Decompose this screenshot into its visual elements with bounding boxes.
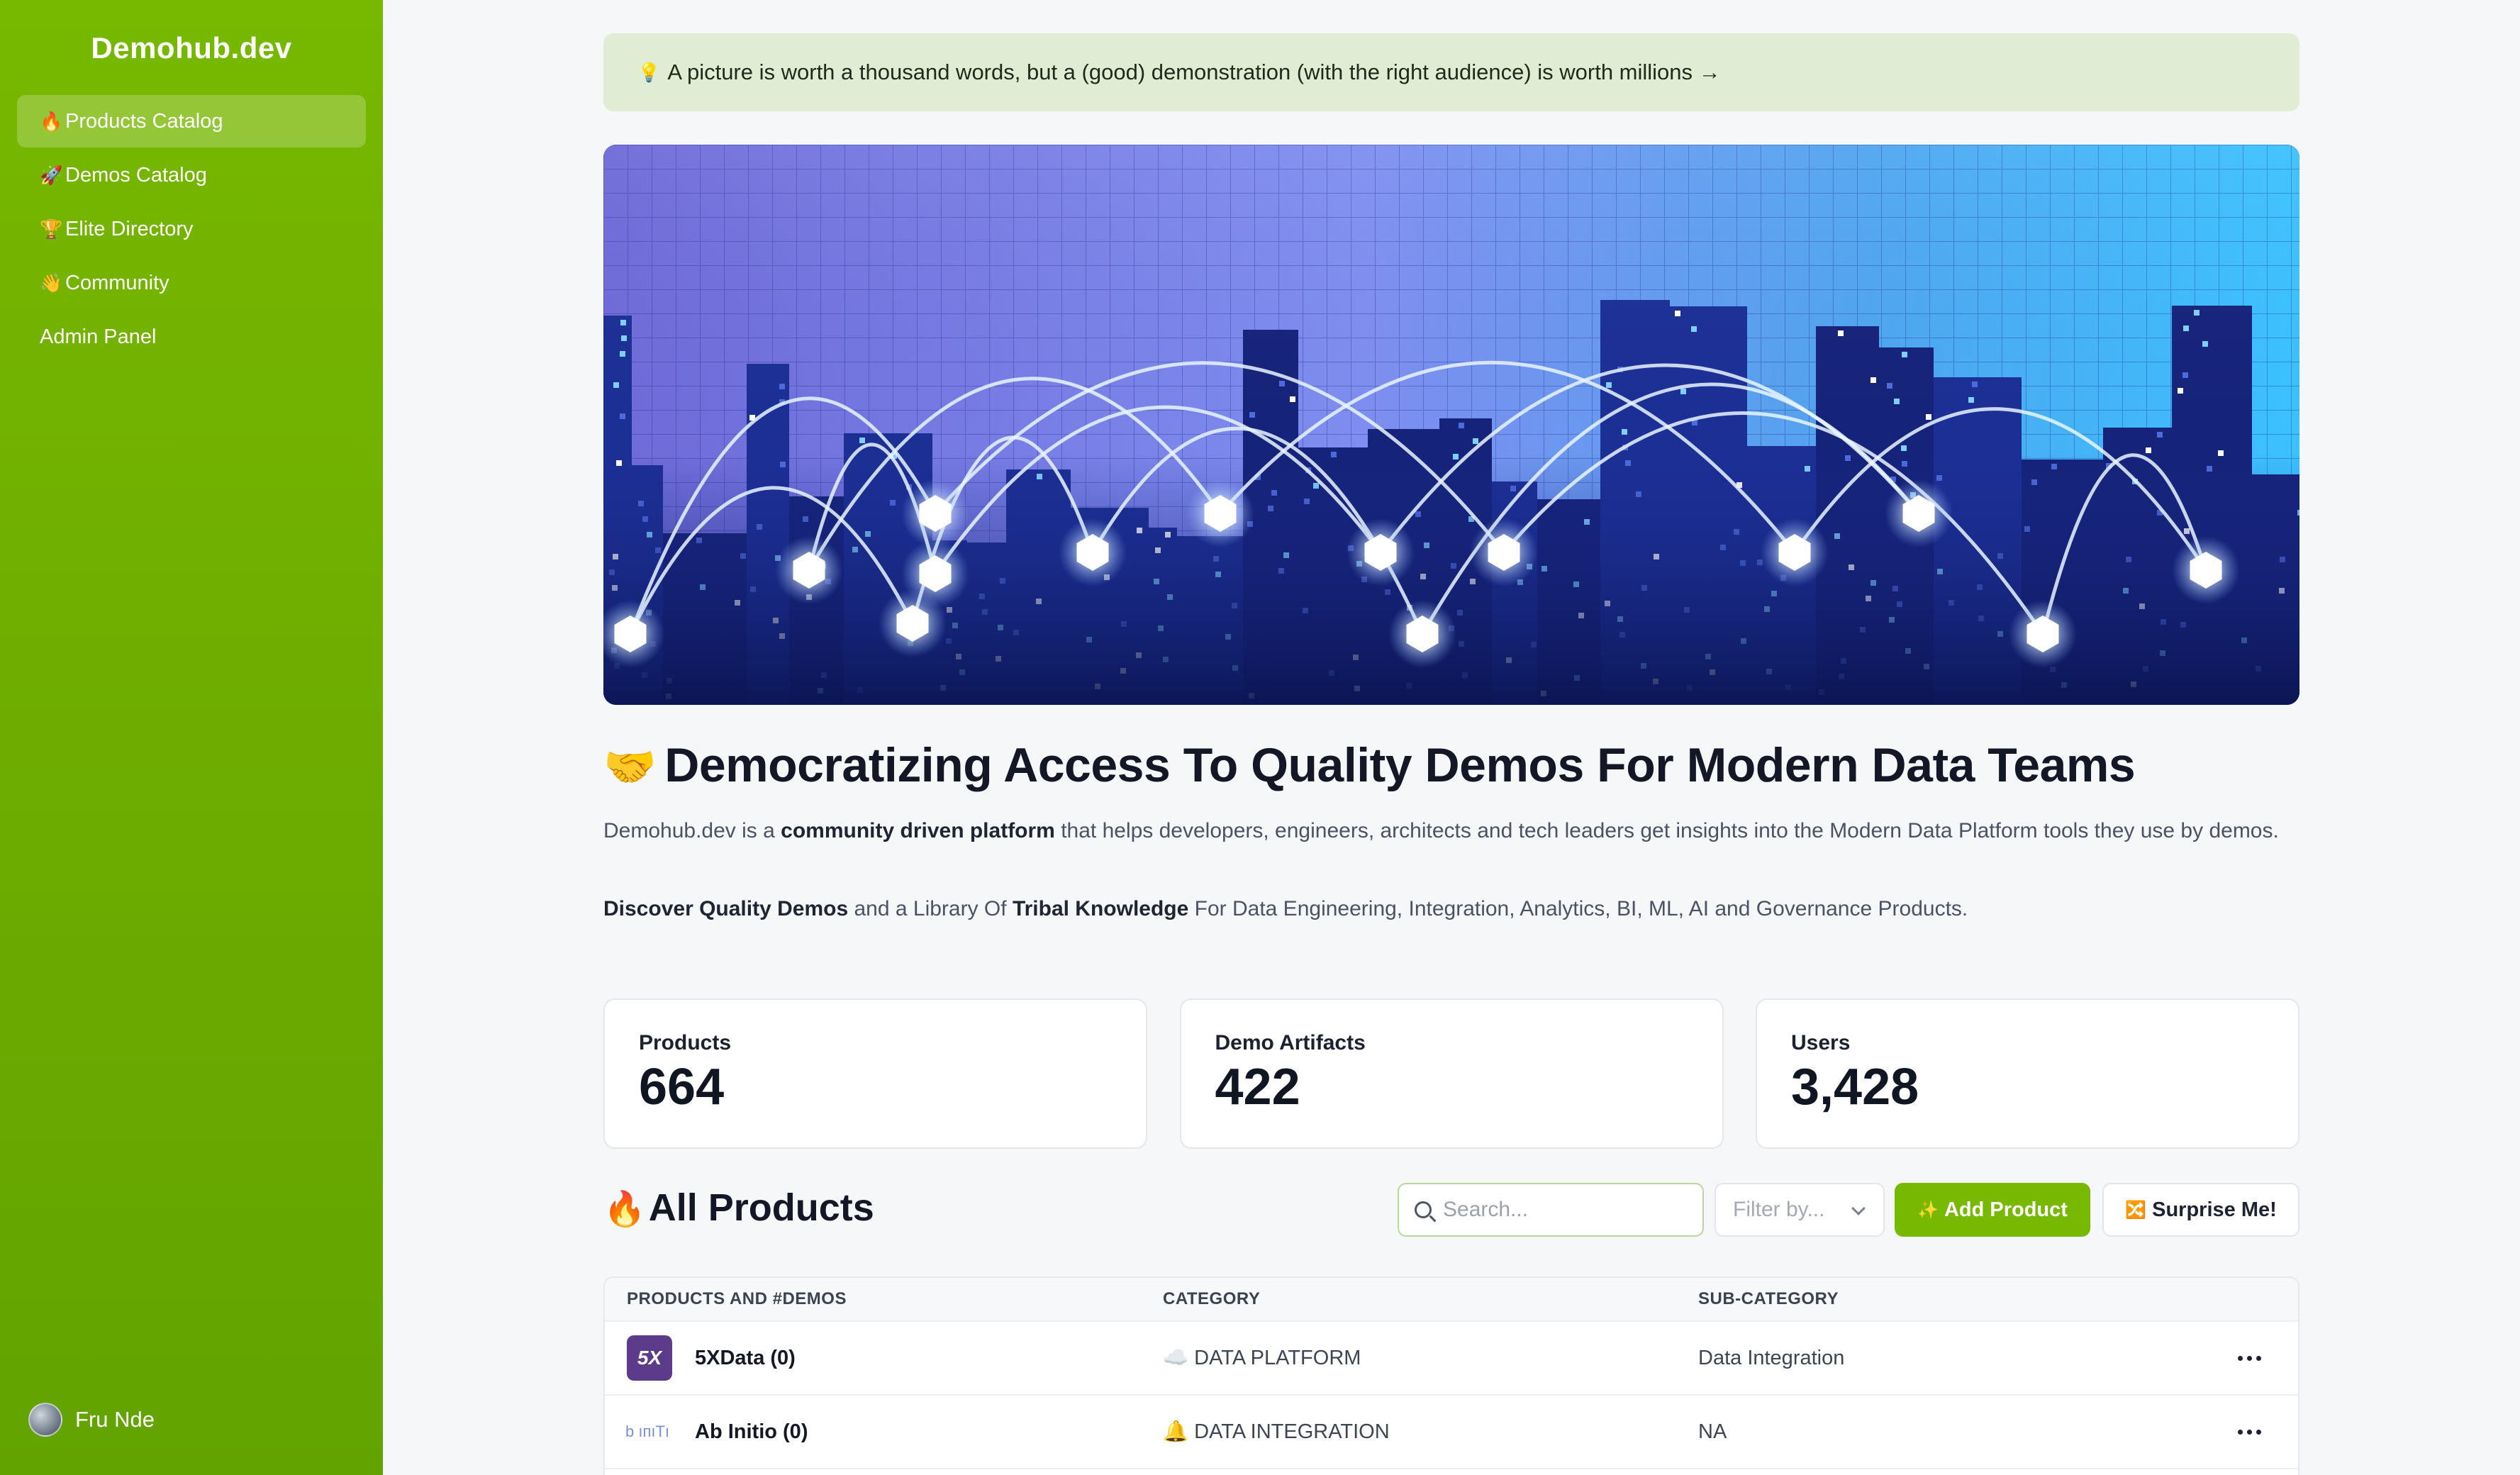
- category-text: DATA PLATFORM: [1194, 1347, 1361, 1369]
- sidebar-item-label: Demos Catalog: [65, 163, 207, 187]
- fire-icon: 🔥: [40, 110, 63, 132]
- products-table: PRODUCTS AND #DEMOS CATEGORY SUB-CATEGOR…: [603, 1276, 2299, 1475]
- stat-label: Users: [1791, 1031, 1851, 1054]
- product-subcategory: NA: [1698, 1420, 1727, 1443]
- trophy-icon: 🏆: [40, 218, 63, 240]
- column-header-products[interactable]: PRODUCTS AND #DEMOS: [627, 1289, 847, 1309]
- user-name: Fru Nde: [75, 1407, 155, 1432]
- table-row[interactable]: b ıпıTı Ab Initio (0) 🔔 DATA INTEGRATION…: [605, 1396, 2298, 1469]
- sidebar-item-community[interactable]: 👋 Community: [17, 257, 366, 309]
- add-product-label: Add Product: [1944, 1198, 2068, 1221]
- sidebar-item-admin-panel[interactable]: Admin Panel: [17, 311, 366, 363]
- sidebar-item-label: Admin Panel: [40, 325, 157, 348]
- wave-icon: 👋: [40, 272, 63, 294]
- intro-text: Demohub.dev is a: [603, 819, 781, 842]
- sidebar-item-demos-catalog[interactable]: 🚀 Demos Catalog: [17, 149, 366, 201]
- sidebar-item-label: Elite Directory: [65, 217, 194, 240]
- table-header: PRODUCTS AND #DEMOS CATEGORY SUB-CATEGOR…: [605, 1278, 2298, 1322]
- search-box[interactable]: [1398, 1183, 1704, 1237]
- sidebar: Demohub.dev 🔥 Products Catalog 🚀 Demos C…: [0, 0, 383, 1475]
- brand-logo[interactable]: Demohub.dev: [0, 31, 383, 65]
- section-title: 🔥All Products: [603, 1186, 874, 1230]
- stat-value: 3,428: [1791, 1059, 1919, 1115]
- sidebar-item-label: Products Catalog: [65, 109, 223, 133]
- sidebar-item-elite-directory[interactable]: 🏆 Elite Directory: [17, 203, 366, 255]
- intro-paragraph-2: Discover Quality Demos and a Library Of …: [603, 894, 2299, 925]
- handshake-icon: 🤝: [603, 743, 657, 791]
- product-subcategory: Data Integration: [1698, 1346, 1845, 1369]
- bell-icon: 🔔: [1163, 1420, 1189, 1443]
- intro-paragraph: Demohub.dev is a community driven platfo…: [603, 816, 2299, 847]
- column-header-category[interactable]: CATEGORY: [1163, 1289, 1260, 1309]
- product-category: ☁️ DATA PLATFORM: [1163, 1346, 1361, 1370]
- stat-value: 422: [1215, 1059, 1300, 1115]
- stat-card-demo-artifacts: Demo Artifacts 422: [1179, 998, 1724, 1149]
- table-row[interactable]: 5X 5XData (0) ☁️ DATA PLATFORM Data Inte…: [605, 1322, 2298, 1396]
- intro-emphasis: Tribal Knowledge: [1012, 897, 1189, 920]
- search-icon: [1415, 1201, 1432, 1218]
- lightbulb-icon: 💡: [637, 61, 661, 83]
- stat-card-users: Users 3,428: [1756, 998, 2299, 1149]
- stat-card-products: Products 664: [603, 998, 1147, 1149]
- surprise-me-label: Surprise Me!: [2152, 1198, 2277, 1221]
- surprise-me-button[interactable]: 🔀 Surprise Me!: [2102, 1183, 2299, 1237]
- fire-icon: 🔥: [603, 1191, 646, 1228]
- cloud-icon: ☁️: [1163, 1347, 1189, 1369]
- column-header-subcategory[interactable]: SUB-CATEGORY: [1698, 1289, 1839, 1309]
- page-headline: 🤝 Democratizing Access To Quality Demos F…: [603, 738, 2299, 793]
- shuffle-icon: 🔀: [2125, 1200, 2147, 1220]
- intro-emphasis: community driven platform: [781, 819, 1055, 842]
- section-title-text: All Products: [648, 1186, 874, 1229]
- sidebar-item-products-catalog[interactable]: 🔥 Products Catalog: [17, 95, 366, 148]
- product-category: 🔔 DATA INTEGRATION: [1163, 1420, 1390, 1444]
- banner-text: A picture is worth a thousand words, but…: [667, 60, 1721, 84]
- sidebar-item-label: Community: [65, 271, 169, 294]
- product-name[interactable]: Ab Initio (0): [695, 1420, 808, 1444]
- category-text: DATA INTEGRATION: [1194, 1420, 1390, 1443]
- more-options-icon[interactable]: [2238, 1355, 2261, 1361]
- hero-network-illustration: [603, 145, 2299, 705]
- stat-value: 664: [639, 1059, 725, 1115]
- filter-select[interactable]: Filter by...: [1715, 1183, 1885, 1237]
- stat-label: Demo Artifacts: [1215, 1031, 1366, 1054]
- stats-row: Products 664 Demo Artifacts 422 Users 3,…: [603, 998, 2299, 1149]
- hero-image: [603, 145, 2299, 705]
- avatar: [28, 1403, 62, 1437]
- intro-emphasis: Discover Quality Demos: [603, 897, 849, 920]
- intro-text: that helps developers, engineers, archit…: [1054, 819, 2279, 842]
- more-options-icon[interactable]: [2238, 1429, 2261, 1435]
- filter-placeholder: Filter by...: [1733, 1198, 1825, 1221]
- sparkles-icon: ✨: [1917, 1200, 1939, 1220]
- chevron-down-icon: [1851, 1201, 1866, 1215]
- sidebar-nav: 🔥 Products Catalog 🚀 Demos Catalog 🏆 Eli…: [17, 95, 366, 364]
- product-name[interactable]: 5XData (0): [695, 1347, 796, 1370]
- product-logo: b ıпıTı: [625, 1423, 670, 1440]
- intro-text: For Data Engineering, Integration, Analy…: [1188, 897, 1968, 920]
- intro-text: and a Library Of: [848, 897, 1013, 920]
- products-toolbar: 🔥All Products Filter by... ✨ Add Product…: [603, 1183, 2299, 1237]
- stat-label: Products: [639, 1031, 732, 1054]
- announcement-banner[interactable]: 💡 A picture is worth a thousand words, b…: [603, 33, 2299, 111]
- add-product-button[interactable]: ✨ Add Product: [1895, 1183, 2090, 1237]
- user-profile[interactable]: Fru Nde: [28, 1403, 155, 1437]
- product-logo: 5X: [627, 1335, 672, 1381]
- search-input[interactable]: [1443, 1198, 1684, 1222]
- headline-text: Democratizing Access To Quality Demos Fo…: [664, 738, 2136, 792]
- rocket-icon: 🚀: [40, 164, 63, 186]
